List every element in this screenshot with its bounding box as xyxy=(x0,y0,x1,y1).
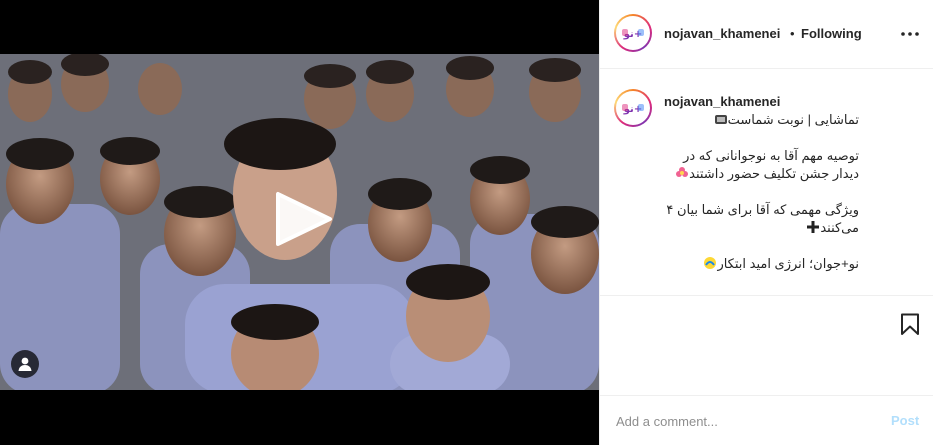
flower-icon xyxy=(676,167,689,177)
comment-input[interactable] xyxy=(616,410,866,432)
bookmark-icon xyxy=(901,313,919,335)
save-button[interactable] xyxy=(898,312,922,336)
caption-username[interactable]: nojavan_khamenei xyxy=(664,94,780,109)
caption-line: نو+جوان؛ انرژی امید ابتکار xyxy=(664,255,859,273)
post-actions xyxy=(600,295,933,395)
following-button[interactable]: Following xyxy=(801,26,862,41)
post-sidebar: نو+ nojavan_khamenei • Following نو+ noj… xyxy=(599,0,933,445)
avatar[interactable]: نو+ xyxy=(614,14,652,52)
sound-toggle-button[interactable] xyxy=(11,350,39,378)
avatar-image: نو+ xyxy=(616,16,650,50)
caption-line: تماشایی | نوبت شماست xyxy=(664,111,859,129)
header-username[interactable]: nojavan_khamenei xyxy=(664,26,780,41)
play-button[interactable] xyxy=(272,188,334,250)
more-horizontal-icon xyxy=(901,32,919,36)
caption-line: ویژگی مهمی که آقا برای شما بیان ۴ می‌کنن… xyxy=(666,202,859,235)
plus-icon xyxy=(807,221,820,233)
caption-section: نو+ nojavan_khamenei تماشایی | نوبت شماس… xyxy=(600,69,933,295)
post-caption: تماشایی | نوبت شماست توصیه مهم آقا به نو… xyxy=(664,111,859,291)
tv-icon xyxy=(714,115,727,124)
caption-avatar[interactable]: نو+ xyxy=(614,89,652,127)
post-header: نو+ nojavan_khamenei • Following xyxy=(600,0,933,69)
post-button[interactable]: Post xyxy=(891,413,919,428)
header-separator: • xyxy=(790,26,795,41)
energy-icon xyxy=(704,257,717,269)
add-comment-bar: Post xyxy=(600,395,933,445)
caption-line: توصیه مهم آقا به نوجوانانی که در دیدار ج… xyxy=(664,147,859,183)
avatar-image: نو+ xyxy=(616,91,650,125)
play-icon xyxy=(276,192,332,246)
post-media xyxy=(0,0,599,445)
user-tag-icon xyxy=(18,357,32,371)
more-options-button[interactable] xyxy=(898,24,922,44)
